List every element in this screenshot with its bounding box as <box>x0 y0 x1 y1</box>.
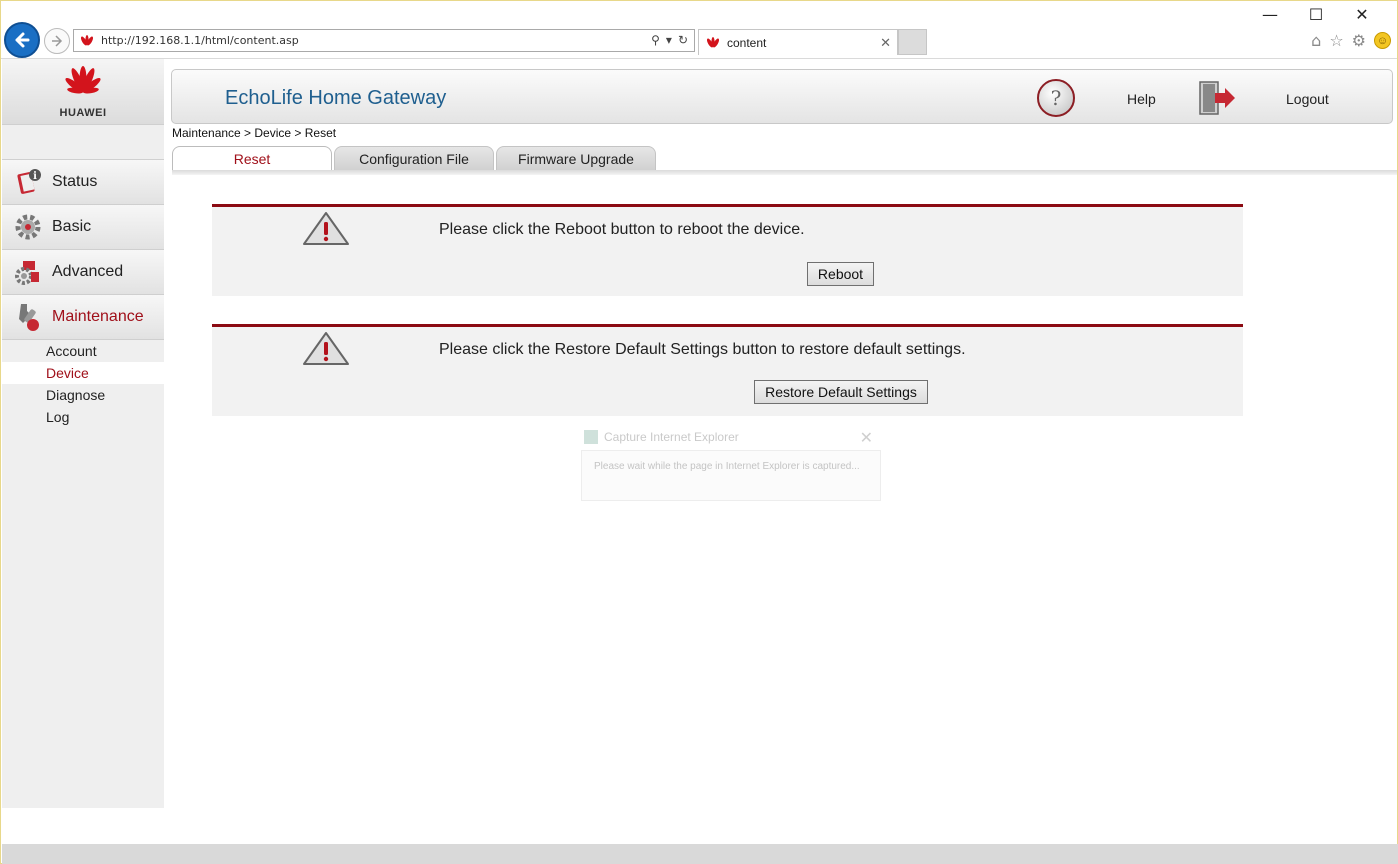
tab-reset[interactable]: Reset <box>172 146 332 170</box>
settings-gear-icon[interactable]: ⚙ <box>1352 31 1366 50</box>
tabs-underline <box>172 170 1397 175</box>
submenu-item-account[interactable]: Account <box>2 340 164 362</box>
capture-close-icon[interactable]: ✕ <box>860 428 873 448</box>
gateway-title: EchoLife Home Gateway <box>225 87 447 109</box>
breadcrumb: Maintenance > Device > Reset <box>172 126 337 140</box>
sidebar-item-maintenance[interactable]: Maintenance <box>2 295 164 340</box>
capture-dialog-title: Capture Internet Explorer <box>604 430 739 444</box>
window-controls: — ☐ ✕ <box>1247 5 1385 24</box>
sidebar-item-label: Basic <box>52 218 92 235</box>
logout-icon[interactable] <box>1197 80 1237 116</box>
reboot-button[interactable]: Reboot <box>807 262 874 286</box>
help-link[interactable]: Help <box>1127 91 1156 107</box>
search-icon[interactable]: ⚲ <box>651 33 660 47</box>
minimize-icon[interactable]: — <box>1247 5 1293 24</box>
capture-dialog-body: Please wait while the page in Internet E… <box>581 450 881 501</box>
refresh-icon[interactable]: ↻ <box>678 33 688 47</box>
warning-icon <box>303 212 349 245</box>
maximize-icon[interactable]: ☐ <box>1293 5 1339 24</box>
reboot-panel: Please click the Reboot button to reboot… <box>212 204 1243 296</box>
wrench-icon <box>12 301 44 333</box>
tab-configuration-file[interactable]: Configuration File <box>334 146 494 170</box>
forward-arrow-icon <box>52 35 63 47</box>
restore-message: Please click the Restore Default Setting… <box>439 341 966 358</box>
forward-button[interactable] <box>44 28 70 54</box>
logout-link[interactable]: Logout <box>1286 91 1329 107</box>
submenu-item-diagnose[interactable]: Diagnose <box>2 384 164 406</box>
dropdown-icon[interactable]: ▾ <box>666 33 672 47</box>
huawei-favicon-icon <box>706 36 720 47</box>
sidebar-item-label: Maintenance <box>52 308 144 325</box>
status-icon: i <box>12 166 44 198</box>
huawei-favicon-icon <box>80 34 94 45</box>
sidebar-item-basic[interactable]: Basic <box>2 205 164 250</box>
gear-icon <box>12 211 44 243</box>
tab-title: content <box>727 35 767 50</box>
huawei-flower-icon <box>65 65 101 94</box>
browser-window: http://192.168.1.1/html/content.asp ⚲ ▾ … <box>0 0 1398 864</box>
tab-close-icon[interactable]: ✕ <box>880 35 891 51</box>
status-bar <box>2 844 1398 864</box>
back-arrow-icon <box>15 32 30 48</box>
sidebar-item-advanced[interactable]: Advanced <box>2 250 164 295</box>
reboot-message: Please click the Reboot button to reboot… <box>439 221 805 238</box>
page-header: EchoLife Home Gateway ? Help Logout <box>171 69 1393 124</box>
sidebar-item-label: Advanced <box>52 263 124 280</box>
feedback-smiley-icon[interactable]: ☺ <box>1374 32 1391 49</box>
logo-text: HUAWEI <box>59 106 107 119</box>
left-navigation: HUAWEI i Status Basic Advanced Maintenan… <box>2 59 164 808</box>
browser-toolbar: ⌂ ☆ ⚙ ☺ <box>1311 31 1391 50</box>
home-icon[interactable]: ⌂ <box>1311 31 1321 50</box>
close-icon[interactable]: ✕ <box>1339 5 1385 24</box>
warning-icon <box>303 332 349 365</box>
capture-icon <box>584 430 598 444</box>
browser-chrome: http://192.168.1.1/html/content.asp ⚲ ▾ … <box>1 1 1397 59</box>
browser-tab[interactable]: content ✕ <box>698 29 898 55</box>
advanced-icon <box>12 256 44 288</box>
address-bar[interactable]: http://192.168.1.1/html/content.asp ⚲ ▾ … <box>73 29 695 52</box>
help-icon[interactable]: ? <box>1037 79 1075 117</box>
huawei-logo: HUAWEI <box>2 59 164 125</box>
address-url: http://192.168.1.1/html/content.asp <box>101 34 299 47</box>
sidebar-item-label: Status <box>52 173 98 190</box>
back-button[interactable] <box>4 22 40 58</box>
content-tabs: Reset Configuration File Firmware Upgrad… <box>172 146 658 170</box>
restore-default-settings-button[interactable]: Restore Default Settings <box>754 380 928 404</box>
favorites-star-icon[interactable]: ☆ <box>1329 31 1343 50</box>
tab-firmware-upgrade[interactable]: Firmware Upgrade <box>496 146 656 170</box>
submenu-item-device[interactable]: Device <box>2 362 164 384</box>
restore-panel: Please click the Restore Default Setting… <box>212 324 1243 416</box>
new-tab-button[interactable] <box>898 29 927 55</box>
svg-text:i: i <box>33 171 37 182</box>
submenu-item-log[interactable]: Log <box>2 406 164 428</box>
sidebar-item-status[interactable]: i Status <box>2 160 164 205</box>
capture-dialog: Capture Internet Explorer ✕ Please wait … <box>581 428 881 501</box>
maintenance-submenu: Account Device Diagnose Log <box>2 340 164 428</box>
